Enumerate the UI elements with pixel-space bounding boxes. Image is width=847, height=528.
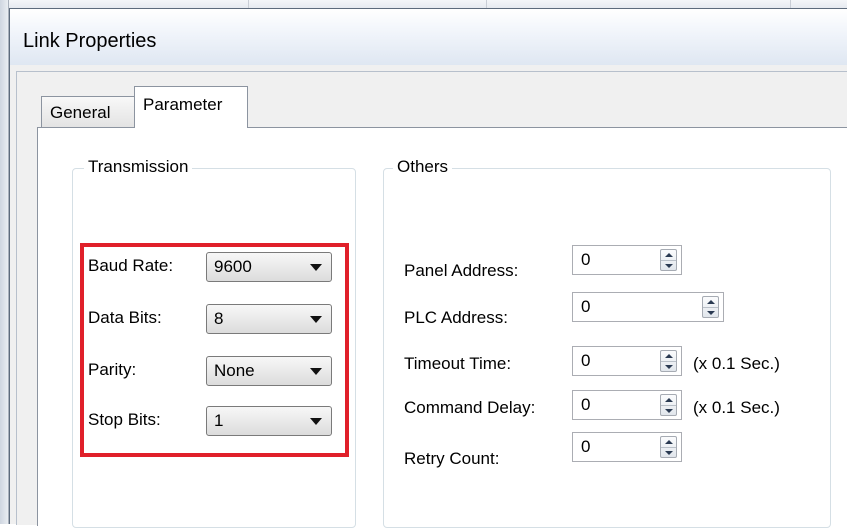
command-delay-spinner[interactable]: 0 xyxy=(572,390,682,420)
plc-address-label: PLC Address: xyxy=(404,308,508,327)
timeout-time-label: Timeout Time: xyxy=(404,354,512,373)
spin-arrows-icon[interactable] xyxy=(702,296,719,318)
command-delay-unit-label: (x 0.1 Sec.) xyxy=(693,398,780,417)
highlight-box xyxy=(80,243,349,457)
parameter-tab-panel: Transmission Baud Rate: 9600 Data Bits: … xyxy=(37,127,847,528)
timeout-time-value: 0 xyxy=(581,351,591,370)
tab-label: General xyxy=(50,103,111,122)
dialog-client-area: General Parameter Transmission Baud Rate… xyxy=(16,71,847,528)
background-window-edge xyxy=(0,0,9,524)
transmission-group-title: Transmission xyxy=(84,157,193,177)
retry-count-label: Retry Count: xyxy=(404,449,500,468)
retry-count-value: 0 xyxy=(581,437,591,456)
panel-address-label: Panel Address: xyxy=(404,261,519,280)
spin-arrows-icon[interactable] xyxy=(660,436,677,458)
tab-parameter[interactable]: Parameter xyxy=(134,86,248,128)
plc-address-spinner[interactable]: 0 xyxy=(572,292,724,322)
link-properties-dialog: Link Properties General Parameter Transm… xyxy=(9,8,847,528)
command-delay-label: Command Delay: xyxy=(404,398,536,417)
spin-arrows-icon[interactable] xyxy=(660,350,677,372)
timeout-time-spinner[interactable]: 0 xyxy=(572,346,682,376)
background-window-strip xyxy=(0,0,847,8)
tab-general[interactable]: General xyxy=(41,96,136,127)
strip-separator xyxy=(790,0,791,8)
plc-address-value: 0 xyxy=(581,297,591,316)
dialog-title: Link Properties xyxy=(23,30,157,52)
strip-separator xyxy=(486,0,487,8)
others-group-title: Others xyxy=(393,157,453,177)
panel-address-value: 0 xyxy=(581,250,591,269)
command-delay-value: 0 xyxy=(581,395,591,414)
strip-separator xyxy=(248,0,249,8)
spin-arrows-icon[interactable] xyxy=(660,249,677,271)
spin-arrows-icon[interactable] xyxy=(660,394,677,416)
panel-address-spinner[interactable]: 0 xyxy=(572,245,682,275)
tab-label: Parameter xyxy=(143,95,223,114)
timeout-unit-label: (x 0.1 Sec.) xyxy=(693,354,780,373)
title-bar[interactable]: Link Properties xyxy=(10,9,847,65)
retry-count-spinner[interactable]: 0 xyxy=(572,432,682,462)
